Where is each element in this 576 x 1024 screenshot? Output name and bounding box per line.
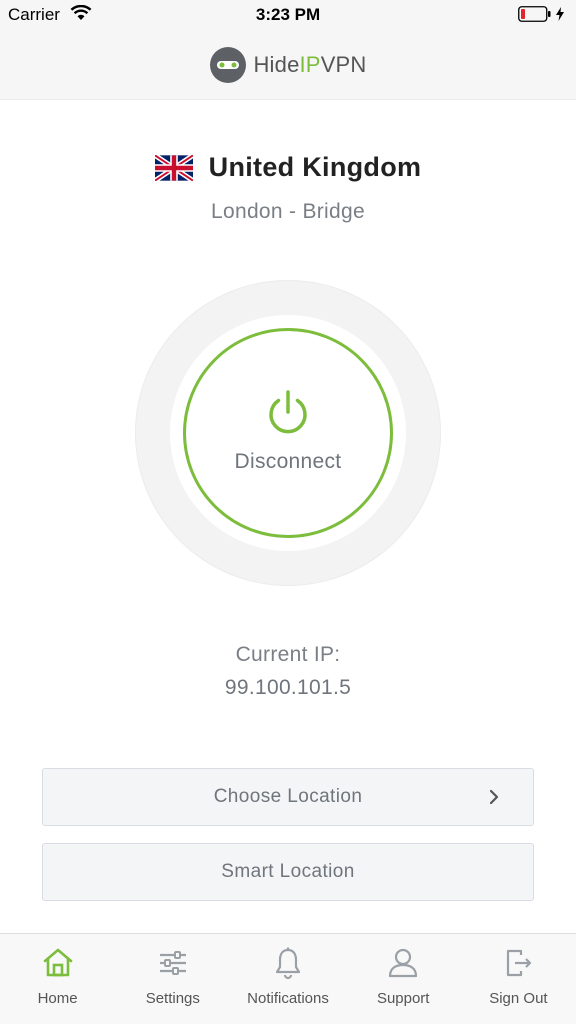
- battery-icon: [518, 6, 564, 22]
- status-bar: Carrier 3:23 PM: [0, 0, 576, 30]
- chevron-right-icon: [489, 789, 499, 805]
- user-icon: [389, 948, 418, 978]
- tab-notifications[interactable]: Notifications: [230, 934, 345, 1024]
- tab-notifications-label: Notifications: [247, 990, 329, 1007]
- smart-location-button[interactable]: Smart Location: [42, 843, 534, 901]
- home-icon: [43, 948, 72, 977]
- tab-sign-out-label: Sign Out: [489, 990, 548, 1007]
- vpn-home-screen: Carrier 3:23 PM HideIPVPN United Kingdom…: [0, 0, 576, 1024]
- power-icon: [269, 390, 307, 434]
- sliders-icon: [159, 951, 186, 975]
- uk-flag-icon: [154, 154, 193, 181]
- server-name: London - Bridge: [211, 200, 365, 223]
- logo-text-vpn: VPN: [320, 51, 367, 77]
- tab-sign-out[interactable]: Sign Out: [461, 934, 576, 1024]
- location-heading: United Kingdom: [0, 152, 576, 183]
- choose-location-label: Choose Location: [213, 786, 363, 807]
- brand-logo: HideIPVPN: [253, 52, 366, 78]
- tab-settings[interactable]: Settings: [115, 934, 230, 1024]
- tab-home-label: Home: [37, 990, 78, 1007]
- disconnect-label: Disconnect: [234, 450, 342, 473]
- clock: 3:23 PM: [255, 5, 321, 24]
- logo-text-ip: IP: [299, 51, 321, 77]
- current-ip-value: 99.100.101.5: [224, 676, 352, 699]
- charging-bolt-icon: [556, 7, 564, 21]
- logo-text-hide: Hide: [253, 51, 300, 77]
- bell-icon: [275, 947, 301, 980]
- smart-location-label: Smart Location: [221, 861, 355, 882]
- tab-home[interactable]: Home: [0, 934, 115, 1024]
- logo-icon: [210, 46, 247, 83]
- sign-out-icon: [507, 949, 532, 977]
- tab-bar: Home Settings Notifications Support Sign…: [0, 933, 576, 1024]
- country-name: United Kingdom: [208, 152, 422, 182]
- tab-support-label: Support: [376, 990, 430, 1007]
- app-header: HideIPVPN: [0, 30, 576, 100]
- tab-settings-label: Settings: [145, 990, 200, 1007]
- choose-location-button[interactable]: Choose Location: [42, 768, 534, 826]
- tab-support[interactable]: Support: [346, 934, 461, 1024]
- current-ip-label: Current IP:: [235, 643, 341, 666]
